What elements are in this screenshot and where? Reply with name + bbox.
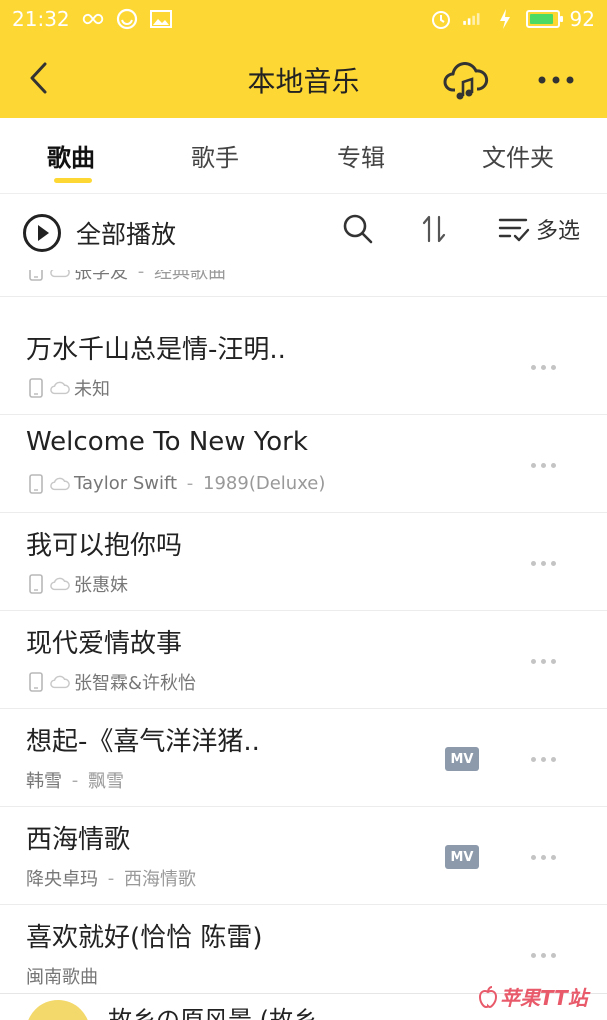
apple-logo-icon bbox=[478, 985, 498, 1008]
page-title: 本地音乐 bbox=[247, 65, 360, 98]
phone-local-icon bbox=[26, 672, 46, 692]
more-button[interactable] bbox=[530, 60, 582, 100]
song-subtitle: 张学友 - 经典歌曲 bbox=[26, 270, 226, 284]
cloud-music-button[interactable] bbox=[440, 56, 492, 104]
tab-active-indicator bbox=[54, 178, 92, 183]
song-artist: 张智霖&许秋怡 bbox=[74, 673, 197, 694]
album-cover-thumbnail[interactable] bbox=[26, 1000, 90, 1020]
signal-icon bbox=[462, 8, 484, 30]
now-playing-title: 故乡の原风景 (故乡 bbox=[108, 1006, 317, 1020]
song-title: Welcome To New York bbox=[26, 427, 308, 457]
song-more-icon[interactable] bbox=[522, 649, 564, 673]
song-artist: 未知 bbox=[74, 379, 110, 400]
play-all-label: 全部播放 bbox=[76, 220, 177, 249]
play-circle-icon bbox=[23, 214, 61, 252]
artist-album-separator: - bbox=[181, 473, 200, 494]
alarm-icon bbox=[430, 8, 452, 30]
song-title: 我可以抱你吗 bbox=[26, 531, 183, 561]
multi-select-button[interactable]: 多选 bbox=[498, 213, 580, 245]
artist-album-separator: - bbox=[102, 867, 120, 889]
song-artist: 韩雪 bbox=[26, 771, 62, 792]
smile-icon bbox=[116, 8, 138, 30]
song-artist: Taylor Swift bbox=[74, 473, 178, 494]
song-row[interactable]: 张学友 - 经典歌曲 bbox=[0, 270, 607, 297]
watermark: 苹果TT站 bbox=[478, 982, 588, 1011]
cloud-icon bbox=[50, 378, 70, 398]
song-album: 经典歌曲 bbox=[153, 270, 226, 283]
cloud-icon bbox=[50, 672, 70, 692]
song-album: 1989(Deluxe) bbox=[203, 473, 326, 494]
song-album: 西海情歌 bbox=[123, 869, 196, 890]
search-button[interactable] bbox=[342, 213, 378, 249]
mv-badge[interactable]: MV bbox=[445, 845, 479, 869]
tab-folders[interactable]: 文件夹 bbox=[482, 138, 554, 173]
song-title: 想起-《喜气洋洋猪.. bbox=[26, 727, 260, 757]
tab-artists[interactable]: 歌手 bbox=[191, 138, 239, 173]
image-icon bbox=[149, 8, 172, 30]
sort-icon bbox=[422, 215, 446, 243]
sort-button[interactable] bbox=[420, 213, 456, 249]
song-row[interactable]: 我可以抱你吗张惠妹 bbox=[0, 513, 607, 611]
song-artist: 降央卓玛 bbox=[26, 869, 98, 890]
song-subtitle: Taylor Swift - 1989(Deluxe) bbox=[26, 473, 325, 494]
action-bar: 全部播放 多选 bbox=[0, 195, 607, 271]
song-title: 喜欢就好(恰恰 陈雷) bbox=[26, 923, 263, 953]
battery-icon bbox=[525, 10, 563, 28]
song-more-icon[interactable] bbox=[522, 747, 564, 771]
tab-songs[interactable]: 歌曲 bbox=[47, 138, 95, 173]
song-subtitle: 闽南歌曲 bbox=[26, 963, 98, 989]
song-row[interactable]: Welcome To New York Taylor Swift - 1989(D… bbox=[0, 415, 607, 513]
battery-percent: 92 bbox=[569, 7, 595, 31]
song-subtitle: 降央卓玛 - 西海情歌 bbox=[26, 865, 196, 891]
cloud-icon bbox=[50, 270, 70, 281]
song-subtitle: 未知 bbox=[26, 375, 110, 401]
more-icon bbox=[538, 76, 574, 84]
song-row[interactable]: 想起-《喜气洋洋猪.. 韩雪 - 飘雪 MV bbox=[0, 709, 607, 807]
song-more-icon[interactable] bbox=[522, 453, 564, 477]
song-subtitle: 韩雪 - 飘雪 bbox=[26, 767, 124, 793]
song-artist: 张学友 bbox=[74, 270, 128, 283]
back-arrow-icon bbox=[30, 62, 47, 94]
status-time: 21:32 bbox=[12, 7, 70, 31]
search-icon bbox=[343, 214, 373, 244]
song-more-icon[interactable] bbox=[522, 845, 564, 869]
song-title: 西海情歌 bbox=[26, 825, 131, 855]
cloud-icon bbox=[50, 474, 70, 494]
phone-local-icon bbox=[26, 473, 46, 494]
song-more-icon[interactable] bbox=[522, 355, 564, 379]
song-artist: 闽南歌曲 bbox=[26, 967, 98, 988]
tab-albums[interactable]: 专辑 bbox=[337, 138, 385, 173]
watermark-text: 苹果TT站 bbox=[500, 986, 588, 1010]
play-all-button[interactable]: 全部播放 bbox=[22, 213, 176, 253]
mv-badge[interactable]: MV bbox=[445, 747, 479, 771]
artist-album-separator: - bbox=[66, 769, 84, 791]
tab-bar: 歌曲 歌手 专辑 文件夹 bbox=[0, 118, 607, 194]
song-subtitle: 张惠妹 bbox=[26, 571, 128, 597]
song-list: 张学友 - 经典歌曲万水千山总是情-汪明.. 未知 Welcome To New Y… bbox=[0, 270, 607, 1020]
infinity-icon bbox=[82, 8, 104, 30]
song-more-icon[interactable] bbox=[522, 551, 564, 575]
status-bar: 21:32 92 bbox=[0, 0, 607, 38]
phone-local-icon bbox=[26, 378, 46, 398]
back-button[interactable] bbox=[18, 58, 58, 98]
artist-album-separator: - bbox=[132, 270, 150, 282]
phone-local-icon bbox=[26, 574, 46, 594]
song-album: 飘雪 bbox=[87, 771, 124, 792]
song-subtitle: 张智霖&许秋怡 bbox=[26, 669, 196, 695]
top-bar: 本地音乐 bbox=[0, 38, 607, 118]
cloud-music-icon bbox=[443, 62, 489, 100]
song-row[interactable]: 万水千山总是情-汪明.. 未知 bbox=[0, 317, 607, 415]
song-title: 万水千山总是情-汪明.. bbox=[26, 335, 286, 365]
cloud-icon bbox=[50, 574, 70, 594]
phone-local-icon bbox=[26, 270, 46, 281]
song-artist: 张惠妹 bbox=[74, 575, 128, 596]
charging-icon bbox=[494, 8, 516, 30]
song-row[interactable]: 西海情歌 降央卓玛 - 西海情歌 MV bbox=[0, 807, 607, 905]
song-more-icon[interactable] bbox=[522, 943, 564, 967]
song-row[interactable]: 现代爱情故事张智霖&许秋怡 bbox=[0, 611, 607, 709]
multi-select-label: 多选 bbox=[536, 219, 581, 244]
song-title: 现代爱情故事 bbox=[26, 629, 183, 659]
multi-select-icon bbox=[498, 218, 530, 242]
